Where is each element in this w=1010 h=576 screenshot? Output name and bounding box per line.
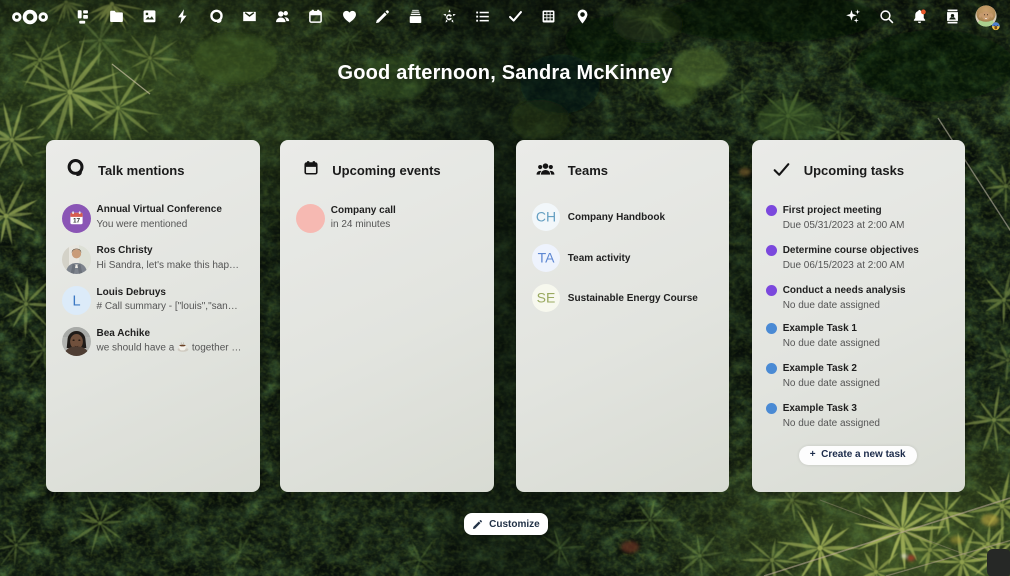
svg-text:TA: TA [537, 250, 555, 266]
svg-text:L: L [72, 293, 80, 309]
svg-text:CH: CH [536, 209, 556, 225]
svg-text:17: 17 [73, 217, 81, 224]
svg-text:SE: SE [536, 290, 555, 306]
